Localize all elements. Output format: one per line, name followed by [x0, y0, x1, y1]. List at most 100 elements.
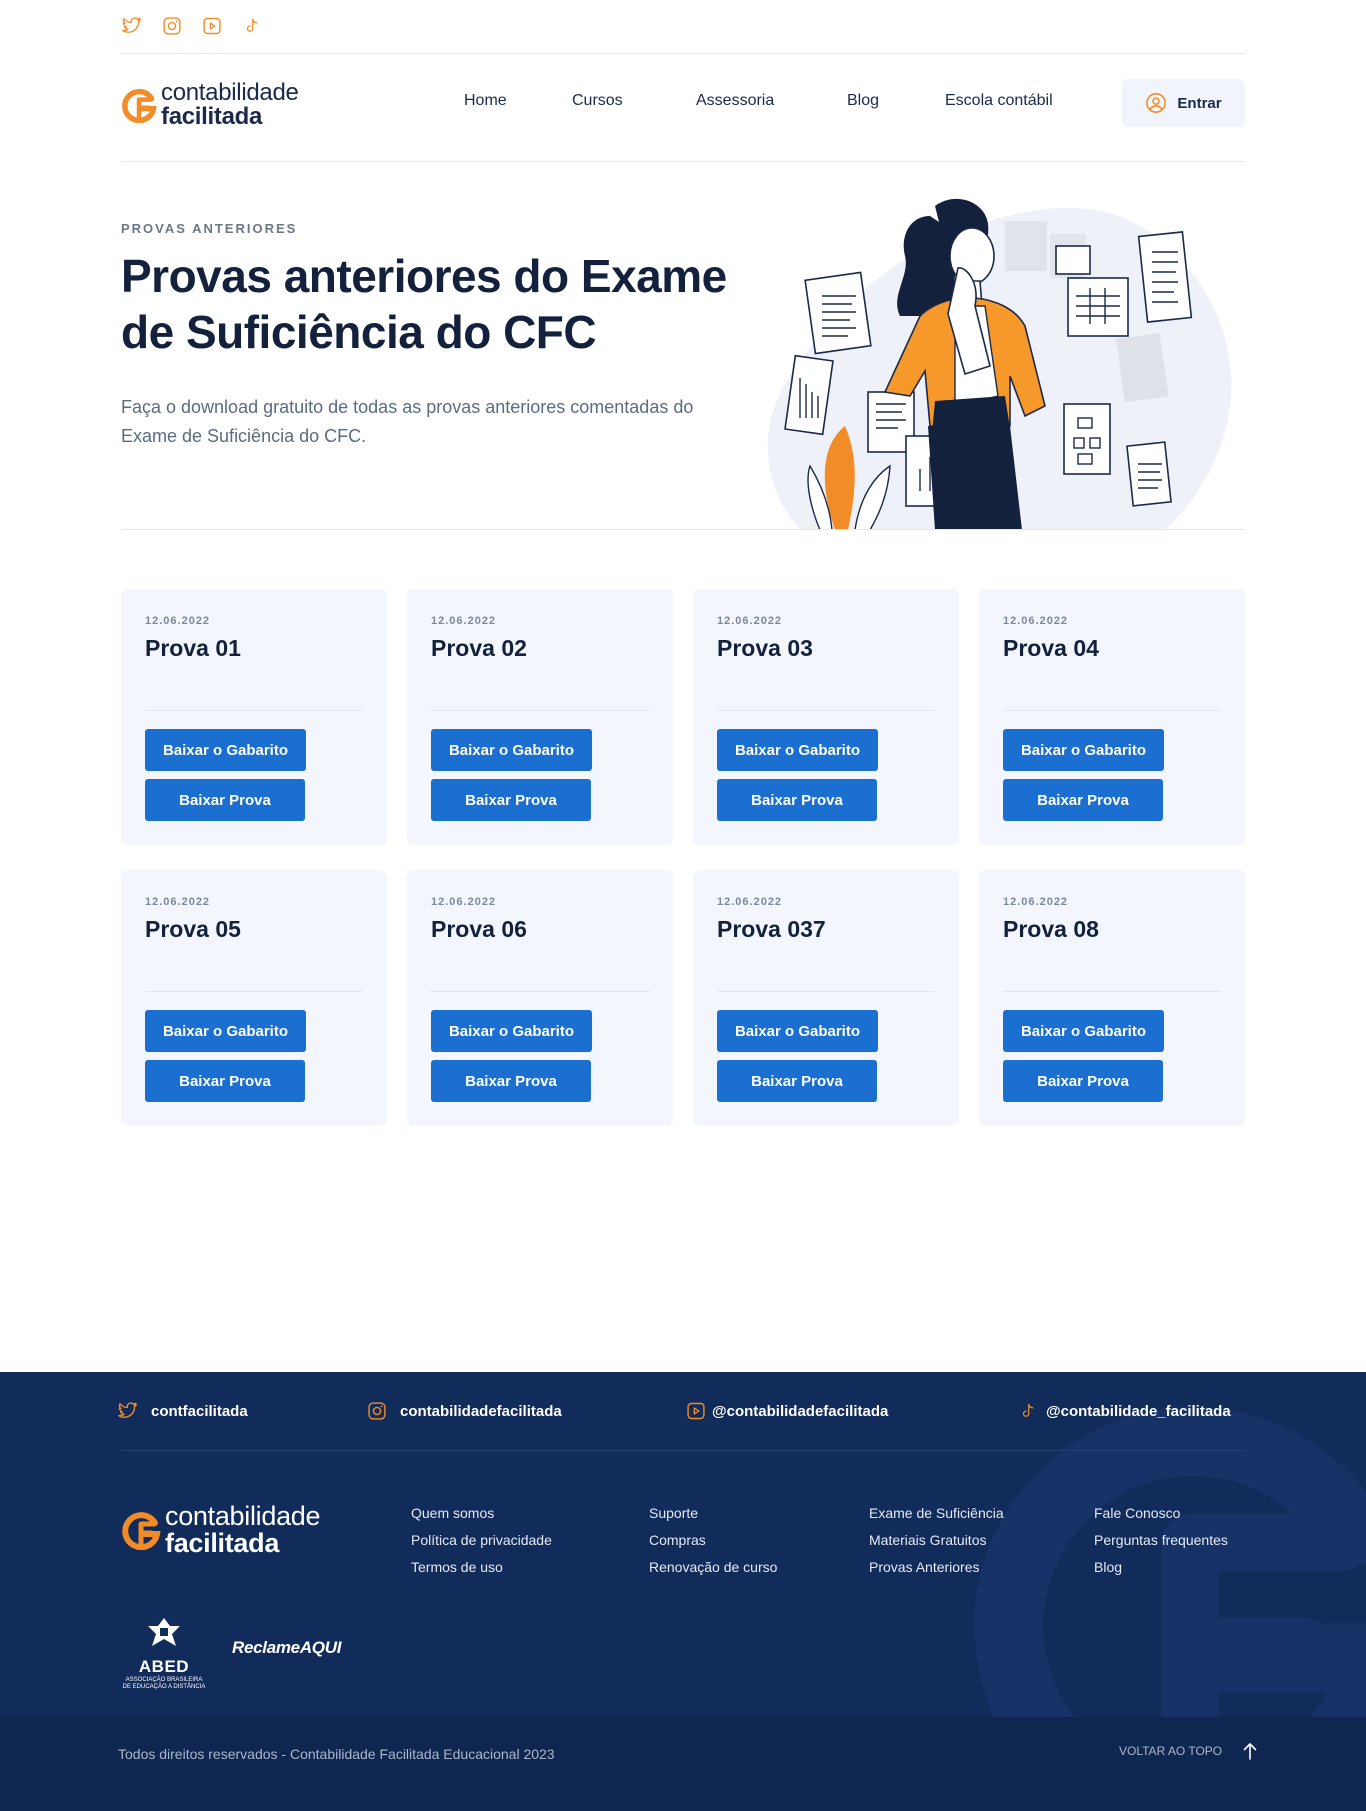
copyright-text: Todos direitos reservados - Contabilidad…	[118, 1746, 555, 1762]
download-answer-key-button[interactable]: Baixar o Gabarito	[717, 1010, 878, 1052]
footer-link-quem-somos[interactable]: Quem somos	[411, 1504, 552, 1522]
footer-column-contato: Fale Conosco Perguntas frequentes Blog	[1094, 1504, 1228, 1576]
download-exam-button[interactable]: Baixar Prova	[1003, 1060, 1163, 1102]
hero-illustration	[767, 198, 1232, 530]
tiktok-icon	[1018, 1401, 1038, 1421]
card-divider	[145, 710, 363, 711]
logo-text: contabilidade facilitada	[161, 81, 299, 129]
nav-escola-contabil[interactable]: Escola contábil	[945, 92, 1053, 110]
footer-twitter-link[interactable]: contfacilitada	[118, 1401, 248, 1421]
card-divider	[717, 710, 935, 711]
footer-column-suporte: Suporte Compras Renovação de curso	[649, 1504, 777, 1576]
tiktok-icon[interactable]	[241, 15, 263, 37]
download-exam-button[interactable]: Baixar Prova	[717, 1060, 877, 1102]
download-answer-key-button[interactable]: Baixar o Gabarito	[717, 729, 878, 771]
tiktok-handle: @contabilidade_facilitada	[1046, 1402, 1231, 1420]
footer-link-termos[interactable]: Termos de uso	[411, 1558, 552, 1576]
nav-home[interactable]: Home	[464, 92, 507, 110]
download-answer-key-button[interactable]: Baixar o Gabarito	[145, 729, 306, 771]
youtube-icon	[686, 1401, 706, 1421]
footer-link-faq[interactable]: Perguntas frequentes	[1094, 1531, 1228, 1549]
footer-link-suporte[interactable]: Suporte	[649, 1504, 777, 1522]
youtube-handle: @contabilidadefacilitada	[712, 1402, 889, 1420]
footer-column-conteudo: Exame de Suficiência Materiais Gratuitos…	[869, 1504, 1004, 1576]
top-divider	[121, 53, 1245, 54]
abed-badge: ABED ASSOCIAÇÃO BRASILEIRA DE EDUCAÇÃO A…	[121, 1616, 207, 1690]
footer-tiktok-link[interactable]: @contabilidade_facilitada	[1018, 1401, 1231, 1421]
youtube-icon[interactable]	[201, 15, 223, 37]
exams-grid: 12.06.2022 Prova 01 Baixar o Gabarito Ba…	[121, 589, 1245, 1126]
footer-link-exame[interactable]: Exame de Suficiência	[869, 1504, 1004, 1522]
hero-title-bold-1: Exame	[580, 250, 727, 302]
nav-blog[interactable]: Blog	[847, 92, 879, 110]
footer-link-privacidade[interactable]: Política de privacidade	[411, 1531, 552, 1549]
logo-mark-icon	[122, 1512, 161, 1550]
exam-date: 12.06.2022	[431, 896, 497, 908]
instagram-icon[interactable]	[161, 15, 183, 37]
footer-link-provas[interactable]: Provas Anteriores	[869, 1558, 1004, 1576]
footer-link-materiais[interactable]: Materiais Gratuitos	[869, 1531, 1004, 1549]
footer-divider	[121, 1450, 1245, 1451]
user-icon	[1146, 93, 1167, 113]
download-exam-button[interactable]: Baixar Prova	[1003, 779, 1163, 821]
exam-card: 12.06.2022 Prova 04 Baixar o Gabarito Ba…	[979, 589, 1245, 845]
exam-card: 12.06.2022 Prova 037 Baixar o Gabarito B…	[693, 870, 959, 1126]
exam-card: 12.06.2022 Prova 01 Baixar o Gabarito Ba…	[121, 589, 387, 845]
footer-link-renovacao[interactable]: Renovação de curso	[649, 1558, 777, 1576]
exam-date: 12.06.2022	[1003, 896, 1069, 908]
footer-link-compras[interactable]: Compras	[649, 1531, 777, 1549]
download-answer-key-button[interactable]: Baixar o Gabarito	[1003, 1010, 1164, 1052]
exam-date: 12.06.2022	[717, 615, 783, 627]
twitter-icon	[118, 1401, 138, 1421]
exam-date: 12.06.2022	[431, 615, 497, 627]
logo-line-2: facilitada	[161, 103, 263, 130]
brand-logo[interactable]: contabilidade facilitada	[121, 81, 299, 129]
footer-bottom-bar: Todos direitos reservados - Contabilidad…	[0, 1717, 1366, 1811]
logo-mark-icon	[122, 88, 157, 123]
exam-title: Prova 06	[431, 916, 527, 942]
exam-card: 12.06.2022 Prova 02 Baixar o Gabarito Ba…	[407, 589, 673, 845]
hero-title-plain: Provas anteriores do	[121, 250, 581, 302]
download-answer-key-button[interactable]: Baixar o Gabarito	[1003, 729, 1164, 771]
download-exam-button[interactable]: Baixar Prova	[717, 779, 877, 821]
download-answer-key-button[interactable]: Baixar o Gabarito	[431, 729, 592, 771]
logo-line-1: contabilidade	[165, 1501, 321, 1531]
exam-title: Prova 037	[717, 916, 826, 942]
hero-eyebrow: PROVAS ANTERIORES	[121, 221, 298, 236]
nav-cursos[interactable]: Cursos	[572, 92, 623, 110]
card-divider	[431, 710, 649, 711]
back-to-top-button[interactable]: VOLTAR AO TOPO	[1119, 1741, 1258, 1761]
exam-card: 12.06.2022 Prova 05 Baixar o Gabarito Ba…	[121, 870, 387, 1126]
footer-link-blog[interactable]: Blog	[1094, 1558, 1228, 1576]
card-divider	[1003, 991, 1221, 992]
logo-line-2: facilitada	[165, 1528, 280, 1558]
card-divider	[1003, 710, 1221, 711]
login-label: Entrar	[1177, 94, 1222, 112]
exam-date: 12.06.2022	[145, 896, 211, 908]
download-exam-button[interactable]: Baixar Prova	[145, 1060, 305, 1102]
twitter-handle: contfacilitada	[151, 1402, 248, 1420]
instagram-icon	[367, 1401, 387, 1421]
twitter-icon[interactable]	[121, 15, 143, 37]
footer-brand-logo[interactable]: contabilidade facilitada	[121, 1501, 321, 1558]
nav-assessoria[interactable]: Assessoria	[696, 92, 774, 110]
download-exam-button[interactable]: Baixar Prova	[431, 1060, 591, 1102]
page: contabilidade facilitada Home Cursos Ass…	[0, 0, 1366, 1811]
card-divider	[431, 991, 649, 992]
exam-card: 12.06.2022 Prova 06 Baixar o Gabarito Ba…	[407, 870, 673, 1126]
top-social-bar	[121, 15, 263, 37]
card-divider	[717, 991, 935, 992]
footer-instagram-link[interactable]: contabilidadefacilitada	[367, 1401, 562, 1421]
exam-card: 12.06.2022 Prova 03 Baixar o Gabarito Ba…	[693, 589, 959, 845]
login-button[interactable]: Entrar	[1122, 79, 1245, 127]
footer-youtube-link[interactable]: @contabilidadefacilitada	[686, 1401, 888, 1421]
footer-link-fale-conosco[interactable]: Fale Conosco	[1094, 1504, 1228, 1522]
download-answer-key-button[interactable]: Baixar o Gabarito	[431, 1010, 592, 1052]
back-to-top-label: VOLTAR AO TOPO	[1119, 1744, 1223, 1758]
reclame-aqui-badge: ReclameAQUI	[232, 1638, 342, 1657]
download-exam-button[interactable]: Baixar Prova	[431, 779, 591, 821]
exam-date: 12.06.2022	[1003, 615, 1069, 627]
exam-card: 12.06.2022 Prova 08 Baixar o Gabarito Ba…	[979, 870, 1245, 1126]
download-answer-key-button[interactable]: Baixar o Gabarito	[145, 1010, 306, 1052]
download-exam-button[interactable]: Baixar Prova	[145, 779, 305, 821]
